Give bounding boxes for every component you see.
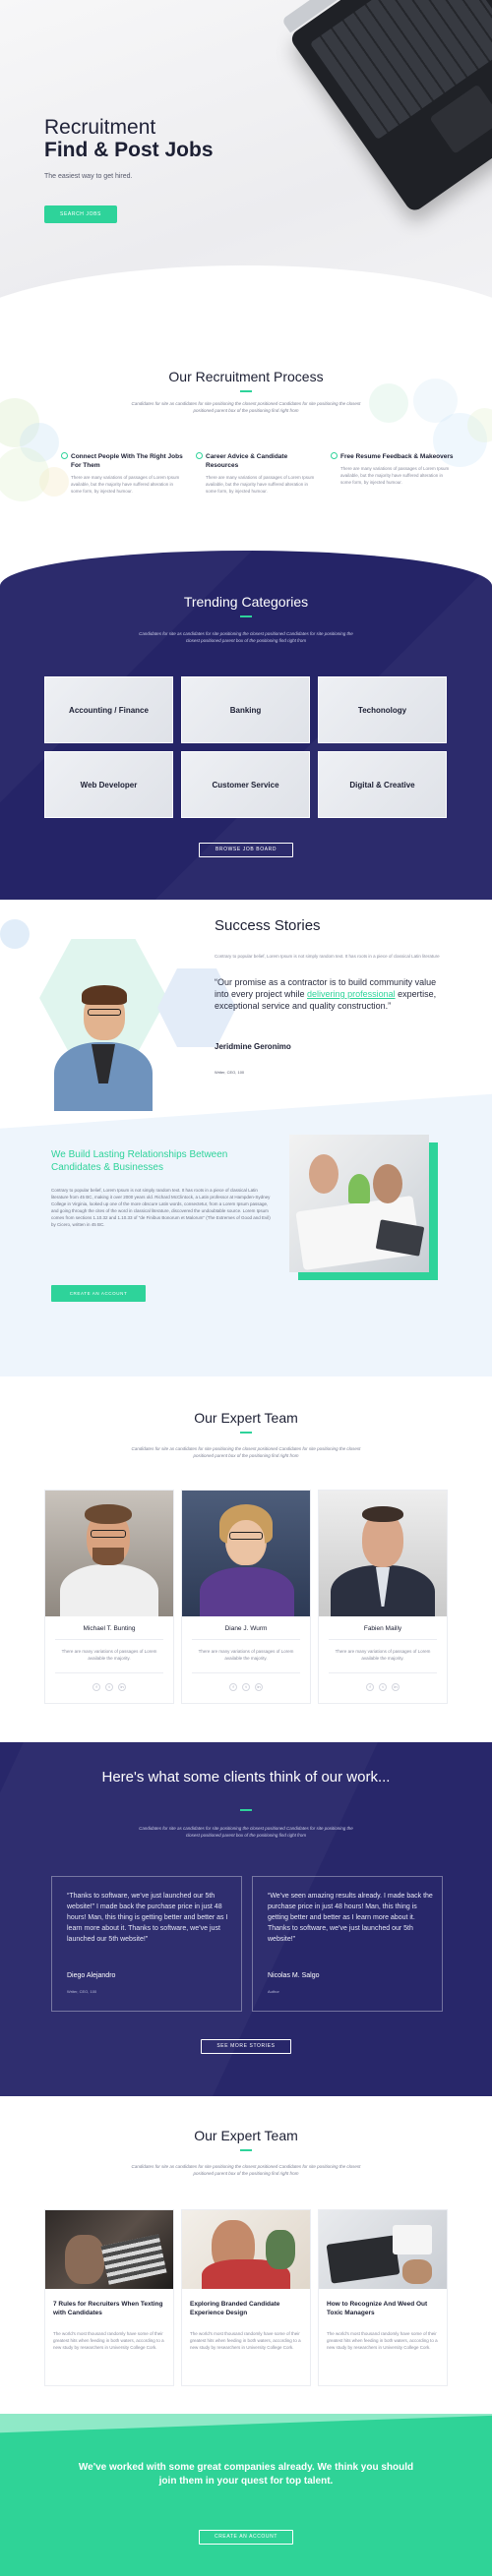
call-to-action-section: We've worked with some great companies a… (0, 2414, 492, 2576)
category-card[interactable]: Customer Service (181, 751, 310, 818)
testimonial-name: Nicolas M. Salgo (268, 1972, 320, 1979)
title-divider (240, 390, 252, 392)
testimonial-role: Writer, CEO, 100 (67, 1989, 97, 1994)
hero-tagline: The easiest way to get hired. (44, 173, 133, 180)
testimonial-quote: “We’ve seen amazing results already. I m… (268, 1893, 433, 1943)
section-title: Success Stories (215, 917, 321, 934)
team-meeting-image (289, 1135, 429, 1272)
facebook-icon[interactable]: f (92, 1683, 100, 1691)
post-image (182, 2210, 310, 2289)
category-card[interactable]: Techonology (318, 676, 447, 743)
decor-bubble (39, 467, 69, 497)
recruitment-process-section: Our Recruitment Process Candidates for s… (0, 339, 492, 585)
category-card[interactable]: Digital & Creative (318, 751, 447, 818)
search-jobs-button[interactable]: SEARCH JOBS (44, 205, 117, 223)
member-photo (319, 1491, 447, 1616)
member-description: There are many variations of passages of… (198, 1649, 294, 1661)
twitter-icon[interactable]: t (379, 1683, 387, 1691)
check-circle-icon (331, 452, 338, 459)
testimonial-role: Author (268, 1989, 279, 1994)
category-card[interactable]: Banking (181, 676, 310, 743)
testimonial-quote: “Thanks to software, we’ve just launched… (67, 1893, 228, 1943)
post-excerpt: The world’s most thousand randomly have … (190, 2331, 301, 2350)
hero-section: Recruitment Find & Post Jobs The easiest… (0, 0, 492, 339)
check-circle-icon (196, 452, 203, 459)
relationships-text: Contrary to popular belief, Lorem Ipsum … (51, 1188, 271, 1227)
post-excerpt: The world’s most thousand randomly have … (327, 2331, 438, 2350)
section-subtitle: Candidates for site as candidates for si… (131, 2164, 361, 2176)
linkedin-icon[interactable]: in (392, 1683, 400, 1691)
linkedin-icon[interactable]: in (118, 1683, 126, 1691)
blog-post-card[interactable]: Exploring Branded Candidate Experience D… (181, 2209, 311, 2386)
feature-item: Free Resume Feedback & Makeovers There a… (331, 452, 454, 486)
section-title: We Build Lasting Relationships Between C… (51, 1149, 228, 1173)
post-image (319, 2210, 447, 2289)
see-more-stories-button[interactable]: SEE MORE STORIES (201, 2039, 291, 2054)
decor-bubble (369, 383, 408, 423)
section-subtitle: Candidates for site as candidates for si… (131, 401, 361, 413)
create-account-button[interactable]: CREATE AN ACCOUNT (51, 1285, 146, 1302)
success-stories-section: Success Stories Contrary to popular beli… (0, 900, 492, 1111)
client-testimonials-section: Here's what some clients think of our wo… (0, 1742, 492, 2096)
post-title[interactable]: 7 Rules for Recruiters When Texting with… (53, 2300, 166, 2317)
facebook-icon[interactable]: f (229, 1683, 237, 1691)
testimonial-card: “Thanks to software, we’ve just launched… (51, 1876, 242, 2012)
section-subtitle: Candidates for site as candidates for si… (139, 631, 353, 643)
relationships-section: We Build Lasting Relationships Between C… (0, 1091, 492, 1376)
team-member-card: Michael T. Bunting There are many variat… (44, 1490, 174, 1704)
create-account-button[interactable]: CREATE AN ACCOUNT (199, 2530, 293, 2545)
testimonial-name: Diego Alejandro (67, 1972, 116, 1979)
team-member-card: Fabien Mailly There are many variations … (318, 1490, 448, 1704)
section-subtitle: Candidates for site as candidates for si… (139, 1826, 353, 1838)
section-title: Trending Categories (183, 594, 309, 610)
section-title: Our Expert Team (194, 1410, 298, 1426)
member-photo (45, 1491, 173, 1616)
laptop-image (280, 0, 492, 214)
title-divider (240, 615, 252, 617)
success-intro-text: Contrary to popular belief, Lorem Ipsum … (215, 954, 440, 959)
post-title[interactable]: How to Recognize And Weed Out Toxic Mana… (327, 2300, 440, 2317)
quote-author-name: Jeridmine Geronimo (215, 1042, 291, 1051)
quote-highlight-link[interactable]: delivering professional (307, 989, 396, 999)
category-card[interactable]: Web Developer (44, 751, 173, 818)
testimonial-card: “We’ve seen amazing results already. I m… (252, 1876, 443, 2012)
browse-job-board-button[interactable]: BROWSE JOB BOARD (199, 843, 293, 857)
section-title: Here's what some clients think of our wo… (101, 1769, 391, 1786)
cta-title: We've worked with some great companies a… (78, 2462, 414, 2487)
feature-item: Career Advice & Candidate Resources Ther… (196, 452, 319, 495)
post-image (45, 2210, 173, 2289)
twitter-icon[interactable]: t (242, 1683, 250, 1691)
member-name: Michael T. Bunting (83, 1625, 136, 1632)
hero-title: Recruitment (44, 116, 156, 139)
blog-section: Our Expert Team Candidates for site as c… (0, 2096, 492, 2416)
feature-item: Connect People With The Right Jobs For T… (61, 452, 184, 495)
section-subtitle: Candidates for site as candidates for si… (131, 1446, 361, 1458)
blog-post-card[interactable]: How to Recognize And Weed Out Toxic Mana… (318, 2209, 448, 2386)
title-divider (240, 1809, 252, 1811)
member-description: There are many variations of passages of… (335, 1649, 431, 1661)
expert-team-section: Our Expert Team Candidates for site as c… (0, 1376, 492, 1726)
title-divider (240, 1432, 252, 1434)
hero-title-bold: Find & Post Jobs (44, 139, 214, 161)
section-title: Our Recruitment Process (168, 369, 324, 384)
trending-categories-section: Trending Categories Candidates for site … (0, 551, 492, 900)
member-photo (182, 1491, 310, 1616)
post-excerpt: The world’s most thousand randomly have … (53, 2331, 164, 2350)
success-quote: “Our promise as a contractor is to build… (215, 977, 437, 1011)
title-divider (240, 2149, 252, 2151)
twitter-icon[interactable]: t (105, 1683, 113, 1691)
team-member-card: Diane J. Wurm There are many variations … (181, 1490, 311, 1704)
member-name: Fabien Mailly (363, 1625, 402, 1632)
section-title: Our Expert Team (194, 2128, 298, 2143)
member-description: There are many variations of passages of… (61, 1649, 157, 1661)
quote-author-role: Writer, CEO, 100 (215, 1070, 245, 1075)
member-name: Diane J. Wurm (224, 1625, 268, 1632)
post-title[interactable]: Exploring Branded Candidate Experience D… (190, 2300, 303, 2317)
facebook-icon[interactable]: f (366, 1683, 374, 1691)
check-circle-icon (61, 452, 68, 459)
linkedin-icon[interactable]: in (255, 1683, 263, 1691)
category-card[interactable]: Accounting / Finance (44, 676, 173, 743)
blog-post-card[interactable]: 7 Rules for Recruiters When Texting with… (44, 2209, 174, 2386)
